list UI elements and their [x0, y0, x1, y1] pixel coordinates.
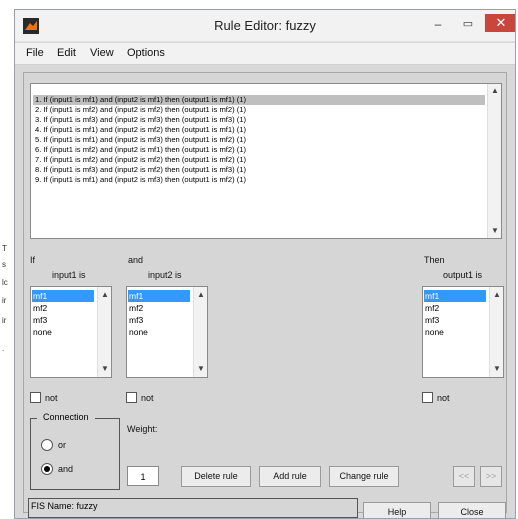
weight-input[interactable]: 1: [127, 466, 159, 486]
minimize-button[interactable]: –: [425, 14, 451, 34]
rule-item[interactable]: 7. If (input1 is mf2) and (input2 is mf2…: [33, 155, 485, 165]
chevron-down-icon[interactable]: ▼: [488, 225, 502, 237]
input1-label: input1 is: [52, 270, 86, 280]
chevron-up-icon[interactable]: ▲: [194, 289, 207, 301]
list-item[interactable]: none: [424, 326, 486, 338]
input1-not-label: not: [45, 393, 58, 403]
list-item[interactable]: mf2: [128, 302, 190, 314]
input2-scrollbar[interactable]: ▲ ▼: [193, 287, 207, 377]
help-button[interactable]: Help: [363, 502, 431, 518]
connection-group: Connection or and: [30, 412, 120, 490]
background-window-edge: T s lc ir ir .: [0, 0, 14, 519]
input1-listbox[interactable]: mf1 mf2 mf3 none ▲ ▼: [30, 286, 112, 378]
menu-edit[interactable]: Edit: [57, 47, 76, 59]
if-label: If: [30, 255, 36, 265]
window-close-button[interactable]: ✕: [485, 14, 515, 32]
input2-listbox[interactable]: mf1 mf2 mf3 none ▲ ▼: [126, 286, 208, 378]
input2-label: input2 is: [148, 270, 182, 280]
output1-scrollbar[interactable]: ▲ ▼: [489, 287, 503, 377]
rules-scrollbar[interactable]: ▲ ▼: [487, 84, 501, 238]
chevron-down-icon[interactable]: ▼: [98, 363, 111, 375]
connection-title: Connection: [37, 412, 95, 422]
rules-list[interactable]: 1. If (input1 is mf1) and (input2 is mf1…: [30, 83, 502, 239]
and-radio[interactable]: [41, 463, 53, 475]
rule-item[interactable]: 8. If (input1 is mf3) and (input2 is mf2…: [33, 165, 485, 175]
output1-not-checkbox[interactable]: [422, 392, 433, 403]
edge-mark: ir: [2, 296, 7, 305]
rule-item[interactable]: 9. If (input1 is mf1) and (input2 is mf3…: [33, 175, 485, 185]
then-label: Then: [424, 255, 445, 265]
weight-label: Weight:: [127, 424, 158, 434]
menu-view[interactable]: View: [90, 47, 114, 59]
list-item[interactable]: mf1: [32, 290, 94, 302]
rule-item[interactable]: 5. If (input1 is mf1) and (input2 is mf3…: [33, 135, 485, 145]
and-label: and: [128, 255, 144, 265]
or-radio[interactable]: [41, 439, 53, 451]
list-item[interactable]: none: [128, 326, 190, 338]
output1-not-label: not: [437, 393, 450, 403]
input2-not-label: not: [141, 393, 154, 403]
chevron-down-icon[interactable]: ▼: [490, 363, 503, 375]
edge-mark: T: [2, 244, 7, 253]
maximize-button[interactable]: ▭: [455, 14, 481, 34]
list-item[interactable]: mf1: [128, 290, 190, 302]
output1-label: output1 is: [443, 270, 483, 280]
list-item[interactable]: none: [32, 326, 94, 338]
rule-item[interactable]: 4. If (input1 is mf1) and (input2 is mf2…: [33, 125, 485, 135]
output1-listbox[interactable]: mf1 mf2 mf3 none ▲ ▼: [422, 286, 504, 378]
rule-item[interactable]: 1. If (input1 is mf1) and (input2 is mf1…: [33, 95, 485, 105]
input2-not-checkbox[interactable]: [126, 392, 137, 403]
menu-bar: File Edit View Options: [15, 43, 515, 65]
title-bar: Rule Editor: fuzzy – ▭ ✕: [15, 10, 515, 42]
list-item[interactable]: mf3: [128, 314, 190, 326]
close-button[interactable]: Close: [438, 502, 506, 518]
list-item[interactable]: mf3: [424, 314, 486, 326]
list-item[interactable]: mf1: [424, 290, 486, 302]
editor-panel: 1. If (input1 is mf1) and (input2 is mf1…: [23, 72, 507, 518]
edge-mark: s: [2, 260, 6, 269]
rule-item[interactable]: 6. If (input1 is mf2) and (input2 is mf1…: [33, 145, 485, 155]
next-rules-button[interactable]: >>: [480, 466, 502, 487]
rule-item[interactable]: 2. If (input1 is mf2) and (input2 is mf2…: [33, 105, 485, 115]
change-rule-button[interactable]: Change rule: [329, 466, 399, 487]
input1-scrollbar[interactable]: ▲ ▼: [97, 287, 111, 377]
chevron-up-icon[interactable]: ▲: [490, 289, 503, 301]
edge-mark: .: [2, 344, 5, 353]
radio-selected-dot: [44, 466, 50, 472]
chevron-up-icon[interactable]: ▲: [488, 85, 502, 97]
edge-mark: lc: [2, 278, 8, 287]
input1-not-checkbox[interactable]: [30, 392, 41, 403]
and-radio-label: and: [58, 464, 74, 474]
prev-rules-button[interactable]: <<: [453, 466, 475, 487]
or-label: or: [58, 440, 67, 450]
edge-mark: ir: [2, 316, 7, 325]
add-rule-button[interactable]: Add rule: [259, 466, 321, 487]
list-item[interactable]: mf3: [32, 314, 94, 326]
rule-editor-window: Rule Editor: fuzzy – ▭ ✕ File Edit View …: [14, 9, 516, 519]
chevron-down-icon[interactable]: ▼: [194, 363, 207, 375]
menu-file[interactable]: File: [26, 47, 44, 59]
menu-options[interactable]: Options: [127, 47, 165, 59]
list-item[interactable]: mf2: [424, 302, 486, 314]
list-item[interactable]: mf2: [32, 302, 94, 314]
rule-item[interactable]: 3. If (input1 is mf3) and (input2 is mf3…: [33, 115, 485, 125]
chevron-up-icon[interactable]: ▲: [98, 289, 111, 301]
delete-rule-button[interactable]: Delete rule: [181, 466, 251, 487]
fis-name-status: FIS Name: fuzzy: [28, 498, 358, 518]
